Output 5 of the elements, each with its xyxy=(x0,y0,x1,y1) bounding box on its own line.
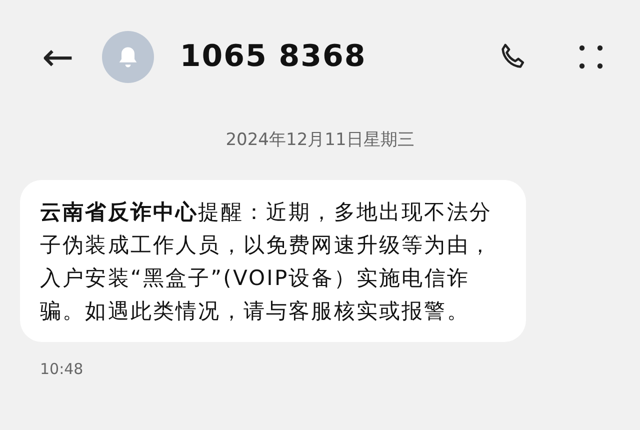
back-button[interactable]: ← xyxy=(36,38,80,76)
contact-number: 1065 8368 xyxy=(180,39,366,75)
message-bubble: 云南省反诈中心提醒：近期，多地出现不法分子伪装成工作人员，以免费网速升级等为由，入户安装“黑盒子”(VOIP设备）实施电信诈骗。如遇此类情况，请与客服核实或报警。 xyxy=(20,180,526,342)
date-label: 2024年12月11日星期三 xyxy=(224,129,416,152)
message-time: 10:48 xyxy=(40,358,84,380)
